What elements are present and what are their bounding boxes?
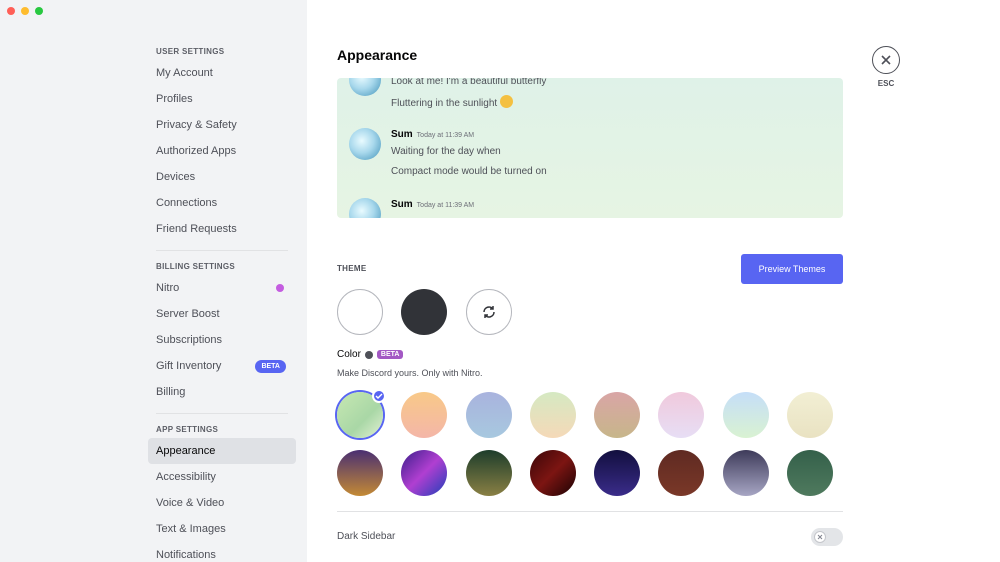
- preview-line: Waiting for the day when: [391, 146, 501, 157]
- sidebar-item-label: Notifications: [156, 549, 216, 561]
- color-swatch[interactable]: [530, 392, 576, 438]
- sidebar-item-label: Text & Images: [156, 523, 226, 535]
- sidebar-item-profiles[interactable]: Profiles: [148, 86, 296, 112]
- avatar: [349, 198, 381, 218]
- avatar: [349, 128, 381, 160]
- sidebar-item-gift-inventory[interactable]: Gift Inventory BETA: [148, 353, 296, 379]
- preview-themes-button[interactable]: Preview Themes: [741, 254, 843, 284]
- color-swatch[interactable]: [594, 392, 640, 438]
- message-author: Sum Today at 11:39 AM: [391, 199, 475, 210]
- sidebar-item-appearance[interactable]: Appearance: [148, 438, 296, 464]
- close-settings-button[interactable]: [872, 46, 900, 74]
- color-swatch[interactable]: [787, 450, 833, 496]
- color-swatch[interactable]: [337, 389, 386, 438]
- message-preview: Look at me! I'm a beautiful butterfly Fl…: [337, 78, 843, 218]
- check-icon: [372, 389, 386, 403]
- sidebar-nav: USER SETTINGS My Account Profiles Privacy &…: [148, 44, 296, 562]
- color-swatch[interactable]: [787, 392, 833, 438]
- sidebar-item-friend-requests[interactable]: Friend Requests: [148, 216, 296, 242]
- color-subtitle: Make Discord yours. Only with Nitro.: [337, 368, 483, 378]
- sidebar-item-subscriptions[interactable]: Subscriptions: [148, 327, 296, 353]
- sidebar-item-accessibility[interactable]: Accessibility: [148, 464, 296, 490]
- preview-line: Look at me! I'm a beautiful butterfly: [391, 78, 547, 87]
- sidebar-item-label: Privacy & Safety: [156, 119, 237, 131]
- message-timestamp: Today at 11:39 AM: [416, 202, 475, 209]
- x-icon: [817, 534, 823, 540]
- sidebar-divider: [156, 250, 288, 251]
- theme-dark-option[interactable]: [401, 289, 447, 335]
- message-author: Sum Today at 11:39 AM: [391, 129, 475, 140]
- color-heading: Color BETA: [337, 349, 404, 360]
- sun-emoji-icon: [500, 95, 514, 108]
- sidebar-item-billing[interactable]: Billing: [148, 379, 296, 405]
- color-label: Color: [337, 349, 361, 360]
- minimize-window-button[interactable]: [21, 7, 29, 15]
- dark-sidebar-toggle[interactable]: [811, 528, 843, 546]
- nitro-icon: [276, 284, 284, 292]
- sidebar-item-label: Nitro: [156, 282, 180, 294]
- color-swatch[interactable]: [530, 450, 576, 496]
- esc-label: ESC: [877, 79, 895, 88]
- sidebar-item-my-account[interactable]: My Account: [148, 60, 296, 86]
- close-icon: [881, 55, 891, 65]
- beta-badge: BETA: [255, 359, 286, 373]
- sidebar-item-connections[interactable]: Connections: [148, 190, 296, 216]
- sidebar-item-server-boost[interactable]: Server Boost: [148, 301, 296, 327]
- sidebar-item-label: Authorized Apps: [156, 145, 237, 157]
- sidebar-section-header: USER SETTINGS: [156, 47, 225, 56]
- sidebar-divider: [156, 413, 288, 414]
- sidebar-item-label: Voice & Video: [156, 497, 225, 509]
- sidebar-item-privacy-safety[interactable]: Privacy & Safety: [148, 112, 296, 138]
- settings-sidebar: USER SETTINGS My Account Profiles Privacy &…: [0, 0, 307, 562]
- sidebar-item-label: Friend Requests: [156, 223, 237, 235]
- preview-line: Fluttering in the sunlight: [391, 95, 514, 109]
- dark-sidebar-label: Dark Sidebar: [337, 531, 396, 542]
- color-swatch[interactable]: [466, 450, 512, 496]
- divider: [337, 511, 843, 512]
- color-swatch[interactable]: [466, 392, 512, 438]
- sidebar-item-text-images[interactable]: Text & Images: [148, 516, 296, 542]
- color-swatch[interactable]: [723, 392, 769, 438]
- sidebar-item-devices[interactable]: Devices: [148, 164, 296, 190]
- message-timestamp: Today at 11:39 AM: [416, 132, 475, 139]
- avatar: [349, 78, 381, 96]
- sidebar-item-label: Accessibility: [156, 471, 216, 483]
- theme-light-option[interactable]: [337, 289, 383, 335]
- color-swatch[interactable]: [337, 450, 383, 496]
- sidebar-item-voice-video[interactable]: Voice & Video: [148, 490, 296, 516]
- sidebar-item-authorized-apps[interactable]: Authorized Apps: [148, 138, 296, 164]
- window-controls: [7, 7, 43, 15]
- color-swatch[interactable]: [723, 450, 769, 496]
- sidebar-item-label: My Account: [156, 67, 213, 79]
- sidebar-item-label: Connections: [156, 197, 218, 209]
- sidebar-item-label: Subscriptions: [156, 334, 223, 346]
- preview-line: Compact mode would be turned on: [391, 166, 547, 177]
- color-swatch[interactable]: [401, 450, 447, 496]
- sidebar-section-header: BILLING SETTINGS: [156, 262, 236, 271]
- sidebar-item-notifications[interactable]: Notifications: [148, 542, 296, 562]
- sidebar-item-label: Profiles: [156, 93, 193, 105]
- maximize-window-button[interactable]: [35, 7, 43, 15]
- nitro-icon: [364, 350, 373, 359]
- beta-badge: BETA: [376, 350, 404, 359]
- page-title: Appearance: [337, 47, 418, 63]
- sidebar-section-header: APP SETTINGS: [156, 425, 219, 434]
- sidebar-item-nitro[interactable]: Nitro: [148, 275, 296, 301]
- toggle-knob: [814, 531, 826, 543]
- color-swatch[interactable]: [594, 450, 640, 496]
- close-window-button[interactable]: [7, 7, 15, 15]
- color-swatch[interactable]: [401, 392, 447, 438]
- theme-label: THEME: [337, 264, 367, 273]
- sync-icon: [483, 306, 495, 318]
- sidebar-item-label: Server Boost: [156, 308, 220, 320]
- sidebar-item-label: Gift Inventory: [156, 360, 222, 372]
- sidebar-item-label: Billing: [156, 386, 186, 398]
- theme-sync-option[interactable]: [466, 289, 512, 335]
- color-swatch[interactable]: [658, 392, 704, 438]
- color-swatch[interactable]: [658, 450, 704, 496]
- sidebar-item-label: Devices: [156, 171, 196, 183]
- sidebar-item-label: Appearance: [156, 445, 216, 457]
